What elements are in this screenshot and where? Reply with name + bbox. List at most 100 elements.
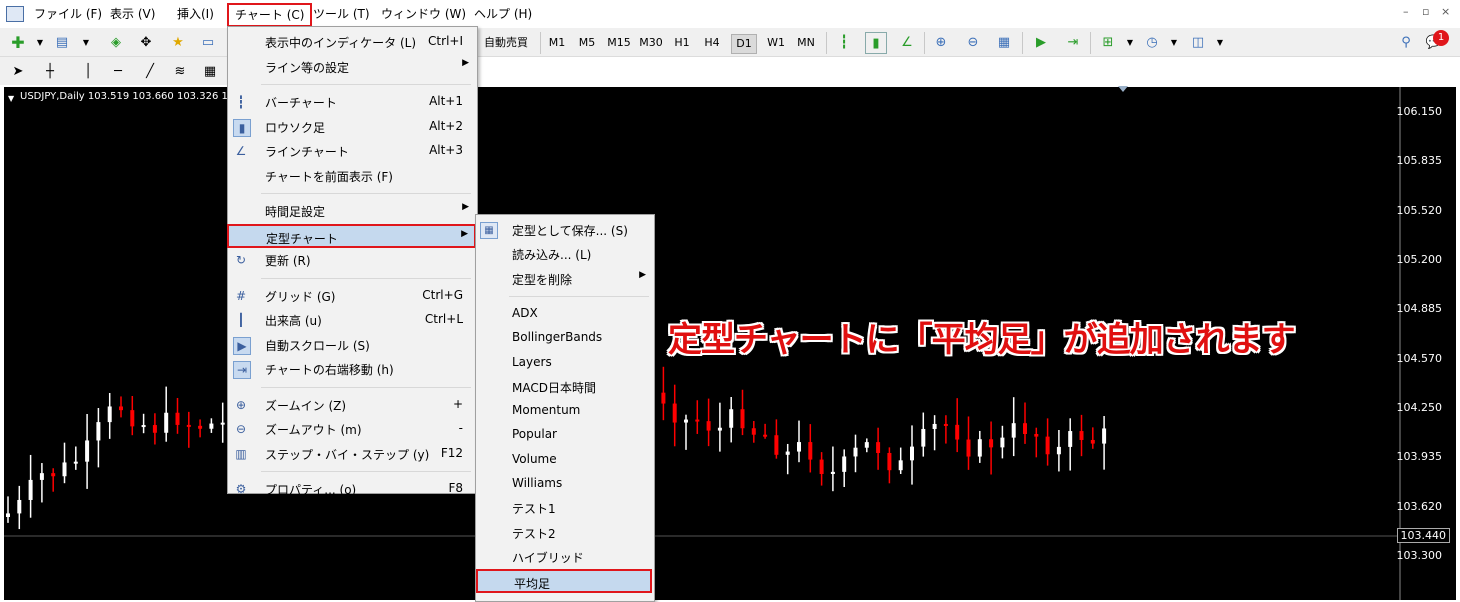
bar-chart-icon[interactable]: ┇ bbox=[834, 32, 854, 52]
chart-menu-item[interactable]: ライン等の設定 ▶ bbox=[228, 55, 475, 79]
templates-icon[interactable]: ◫ bbox=[1188, 32, 1208, 52]
template-menu-item[interactable]: Momentum bbox=[476, 399, 652, 423]
dropdown-arrow-icon[interactable]: ▼ bbox=[1210, 32, 1230, 52]
timeframe-m15[interactable]: M15 bbox=[605, 34, 633, 52]
menu-separator bbox=[509, 295, 649, 297]
horizontal-line-icon[interactable]: ─ bbox=[108, 61, 128, 81]
chart-menu-item[interactable]: ┃ 出来高 (u) Ctrl+L bbox=[228, 308, 475, 332]
template-menu-item[interactable]: ハイブリッド bbox=[476, 545, 652, 569]
candle-body bbox=[1102, 428, 1107, 444]
zoom-in-icon: ⊕ bbox=[235, 397, 247, 412]
chart-menu-item[interactable]: 定型チャート ▶ bbox=[227, 223, 476, 248]
menu-separator bbox=[261, 193, 471, 194]
candlestick-icon[interactable]: ▮ bbox=[865, 32, 887, 54]
template-item-label: 定型として保存... (S) bbox=[512, 224, 628, 238]
timeframe-h1[interactable]: H1 bbox=[670, 34, 694, 52]
cursor-icon[interactable]: ➤ bbox=[8, 61, 28, 81]
menu-view[interactable]: 表示 (V) bbox=[106, 6, 159, 22]
chart-menu-item[interactable]: ⊕ ズームイン (Z) + bbox=[228, 393, 475, 417]
new-order-icon[interactable]: ✚ bbox=[8, 32, 28, 52]
minimize-icon[interactable]: – bbox=[1403, 5, 1409, 18]
dropdown-arrow-icon[interactable]: ▼ bbox=[76, 32, 96, 52]
template-item-label: テスト1 bbox=[512, 502, 556, 517]
market-watch-icon[interactable]: ◈ bbox=[106, 32, 126, 52]
menu-window[interactable]: ウィンドウ (W) bbox=[377, 6, 470, 22]
notification-badge: 1 bbox=[1433, 30, 1449, 46]
dropdown-arrow-icon[interactable]: ▼ bbox=[30, 32, 50, 52]
timeframe-m5[interactable]: M5 bbox=[575, 34, 599, 52]
chart-shift-icon[interactable]: ⇥ bbox=[1063, 32, 1083, 52]
vertical-line-icon[interactable]: │ bbox=[78, 61, 98, 81]
template-menu-item[interactable]: MACD日本時間 bbox=[476, 375, 652, 399]
chart-menu-item[interactable]: ⊖ ズームアウト (m) - bbox=[228, 417, 475, 441]
search-icon[interactable]: ⚲ bbox=[1396, 32, 1416, 52]
chart-menu-item[interactable]: チャートを前面表示 (F) bbox=[228, 164, 475, 188]
template-menu-item[interactable]: 読み込み... (L) bbox=[476, 242, 652, 266]
zoom-out-icon[interactable]: ⊖ bbox=[963, 32, 983, 52]
navigator-icon[interactable]: ★ bbox=[168, 32, 188, 52]
template-menu-item[interactable]: BollingerBands bbox=[476, 326, 652, 350]
template-menu-item[interactable]: Popular bbox=[476, 423, 652, 447]
separator bbox=[1022, 32, 1023, 54]
chart-menu-item[interactable]: ⚙ プロパティ... (o) F8 bbox=[228, 477, 475, 501]
template-menu-item[interactable]: Williams bbox=[476, 472, 652, 496]
profiles-icon[interactable]: ▤ bbox=[52, 32, 72, 52]
fibonacci-icon[interactable]: ≋ bbox=[170, 61, 190, 81]
collapse-arrow-icon[interactable]: ▼ bbox=[8, 94, 14, 103]
menu-file[interactable]: ファイル (F) bbox=[30, 6, 106, 22]
chart-menu-item[interactable]: ↻ 更新 (R) bbox=[228, 248, 475, 272]
timeframe-m30[interactable]: M30 bbox=[637, 34, 665, 52]
periods-clock-icon[interactable]: ◷ bbox=[1142, 32, 1162, 52]
chart-menu-item[interactable]: # グリッド (G) Ctrl+G bbox=[228, 284, 475, 308]
terminal-icon[interactable]: ▭ bbox=[198, 32, 218, 52]
template-menu-item[interactable]: 定型を削除 ▶ bbox=[476, 267, 652, 291]
chart-menu-item[interactable]: ┇ バーチャート Alt+1 bbox=[228, 90, 475, 114]
line-chart-icon[interactable]: ∠ bbox=[897, 32, 917, 52]
price-label: 105.200 bbox=[1396, 253, 1443, 266]
chart-menu-item[interactable]: ▶ 自動スクロール (S) bbox=[228, 333, 475, 357]
candle-body bbox=[910, 446, 914, 461]
tile-windows-icon[interactable]: ▦ bbox=[994, 32, 1014, 52]
template-item-label: MACD日本時間 bbox=[512, 380, 596, 395]
template-menu-item[interactable]: Volume bbox=[476, 448, 652, 472]
dropdown-arrow-icon[interactable]: ▼ bbox=[1120, 32, 1140, 52]
template-menu-item[interactable]: ADX bbox=[476, 302, 652, 326]
close-icon[interactable]: × bbox=[1441, 5, 1450, 18]
chart-menu-item[interactable]: 表示中のインディケータ (L) Ctrl+I bbox=[228, 30, 475, 54]
chart-menu-item[interactable]: ⇥ チャートの右端移動 (h) bbox=[228, 357, 475, 381]
autoscroll-icon[interactable]: ▶ bbox=[1031, 32, 1051, 52]
auto-trading-button[interactable]: 自動売買 bbox=[476, 34, 536, 52]
chart-menu-item[interactable]: ▥ ステップ・バイ・ステップ (y) F12 bbox=[228, 442, 475, 466]
timeframe-m1[interactable]: M1 bbox=[545, 34, 569, 52]
chart-menu-item[interactable]: 時間足設定 ▶ bbox=[228, 199, 475, 223]
timeframe-d1[interactable]: D1 bbox=[731, 34, 757, 54]
dropdown-arrow-icon[interactable]: ▼ bbox=[1164, 32, 1184, 52]
menu-tools[interactable]: ツール (T) bbox=[309, 6, 374, 22]
candle-body bbox=[853, 447, 858, 457]
timeframe-mn[interactable]: MN bbox=[794, 34, 818, 52]
template-menu-item[interactable]: ▦ 定型として保存... (S) bbox=[476, 218, 652, 242]
chart-menu-item[interactable]: ∠ ラインチャート Alt+3 bbox=[228, 139, 475, 163]
candle-body bbox=[17, 499, 22, 514]
chart-shift-icon: ⇥ bbox=[233, 361, 251, 379]
text-label-icon[interactable]: ▦ bbox=[200, 61, 220, 81]
template-item-label: Williams bbox=[512, 476, 563, 490]
crosshair-icon[interactable]: ✥ bbox=[136, 32, 156, 52]
template-menu-item[interactable]: 平均足 bbox=[476, 569, 652, 594]
menu-item-label: ズームイン (Z) bbox=[265, 398, 347, 413]
chart-shift-marker[interactable] bbox=[1118, 86, 1128, 92]
template-menu-item[interactable]: テスト1 bbox=[476, 496, 652, 520]
indicators-icon[interactable]: ⊞ bbox=[1098, 32, 1118, 52]
menu-help[interactable]: ヘルプ (H) bbox=[470, 6, 536, 22]
menu-insert[interactable]: 挿入(I) bbox=[173, 6, 218, 22]
crosshair-tool-icon[interactable]: ┼ bbox=[40, 61, 60, 81]
template-menu-item[interactable]: テスト2 bbox=[476, 521, 652, 545]
chart-menu-item[interactable]: ▮ ロウソク足 Alt+2 bbox=[228, 115, 475, 139]
restore-icon[interactable]: ▫ bbox=[1422, 5, 1429, 18]
template-menu-item[interactable]: Layers bbox=[476, 351, 652, 375]
zoom-in-icon[interactable]: ⊕ bbox=[931, 32, 951, 52]
trendline-icon[interactable]: ╱ bbox=[140, 61, 160, 81]
menu-chart[interactable]: チャート (C) bbox=[227, 3, 313, 27]
timeframe-h4[interactable]: H4 bbox=[700, 34, 724, 52]
timeframe-w1[interactable]: W1 bbox=[764, 34, 788, 52]
